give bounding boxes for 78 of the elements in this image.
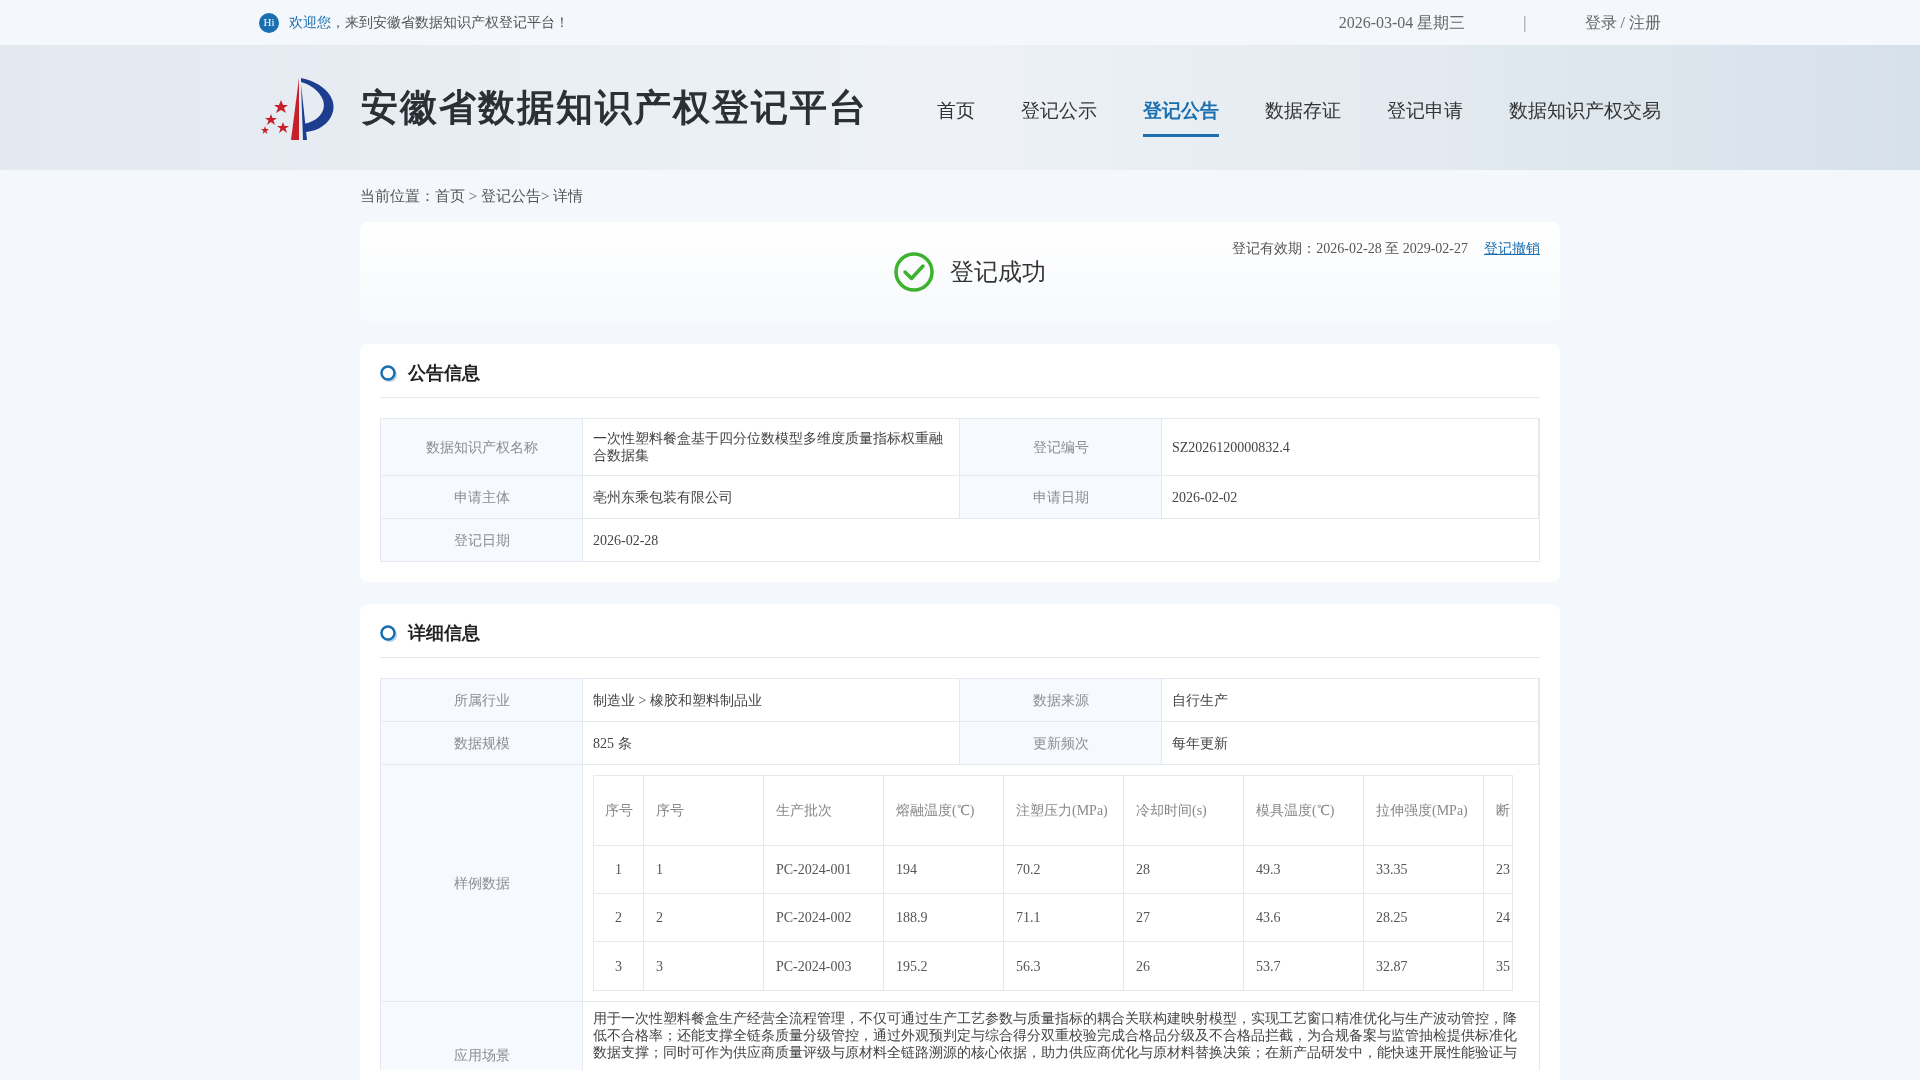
field-value: 2026-02-02 (1172, 488, 1238, 506)
table-cell-text: 195.2 (896, 957, 928, 976)
label-cell: 申请日期 (960, 476, 1162, 518)
table-cell-text: 3 (615, 957, 622, 976)
table-cell-text: 26 (1136, 957, 1150, 976)
site-title: 安徽省数据知识产权登记平台 (361, 84, 868, 131)
revoke-link[interactable]: 登记撤销 (1484, 238, 1540, 259)
label-cell: 数据来源 (960, 679, 1162, 721)
label-cell: 数据规模 (381, 722, 583, 764)
table-cell-text: 27 (1136, 909, 1150, 927)
check-circle-icon (894, 252, 934, 292)
table-cell-text: 28 (1136, 861, 1150, 879)
column-header: 生产批次 (776, 802, 832, 820)
label-cell: 样例数据 (381, 765, 583, 1001)
table-cell-text: 35 (1496, 957, 1510, 976)
table-cell-text: 2 (615, 909, 622, 927)
nav-item[interactable]: 数据知识产权交易 (1509, 88, 1661, 137)
table-cell-text: 2 (656, 909, 663, 927)
field-value: 制造业 > 橡胶和塑料制品业 (593, 691, 762, 709)
usage-text: 用于一次性塑料餐盒生产经营全流程管理，不仅可通过生产工艺参数与质量指标的耦合关联构建映射模型，实现工艺窗口精准优化与生产波动管控，降低不合格率；还能支撑全链条质量分级管控，通过外观预判定与综合得分双重校验完成合格品分级及不合格品拦截，为合规备案与监管抽检提供标准化数据支撑；同时可作为供应商质量评级与原材料全链路溯源的核心依据，助力供应商优化与原材料替换决策；在新产品研发中，能快速开展性能验证与 (593, 1010, 1518, 1061)
table-cell-text: 1 (656, 861, 663, 879)
table-cell-text: 49.3 (1256, 861, 1281, 879)
table-cell-text: 43.6 (1256, 909, 1281, 927)
table-cell-text: PC-2024-002 (776, 909, 852, 927)
table-cell-text: 188.9 (896, 909, 928, 927)
column-header: 注塑压力(MPa) (1016, 802, 1108, 820)
nav-item[interactable]: 登记申请 (1387, 88, 1463, 137)
table-cell-text: 28.25 (1376, 909, 1408, 927)
validity-text: 登记有效期：2026-02-28 至 2029-02-27 (1232, 240, 1468, 258)
column-header: 序号 (656, 802, 684, 820)
table-cell-text: 33.35 (1376, 861, 1408, 879)
table-cell-text: 71.1 (1016, 909, 1041, 927)
status-text: 登记成功 (950, 258, 1046, 287)
field-value: 2026-02-28 (593, 531, 659, 549)
column-header: 熔融温度(℃) (896, 802, 975, 820)
date-text: 2026-03-04 星期三 (1338, 12, 1466, 33)
table-cell-text: 194 (896, 861, 917, 879)
field-value: SZ2026120000832.4 (1172, 438, 1290, 456)
column-header: 冷却时间(s) (1136, 802, 1207, 820)
field-value: 825 条 (593, 734, 632, 752)
table-cell-text: 56.3 (1016, 957, 1041, 976)
nav-item[interactable]: 数据存证 (1265, 88, 1341, 137)
bullet-icon (380, 624, 398, 643)
label-cell: 应用场景 (381, 1002, 583, 1070)
label-cell: 更新频次 (960, 722, 1162, 764)
table-cell-text: 53.7 (1256, 957, 1281, 976)
divider-text: | (1523, 12, 1527, 34)
breadcrumb: 当前位置：首页 > 登记公告> 详情 (360, 188, 584, 204)
field-value: 亳州东乘包装有限公司 (593, 488, 733, 506)
section-title: 详细信息 (408, 622, 480, 645)
table-cell-text: 1 (615, 861, 622, 879)
login-link[interactable]: 登录 / 注册 (1584, 10, 1661, 35)
column-header: 序号 (604, 802, 633, 820)
section-title: 公告信息 (408, 362, 480, 385)
label-cell: 登记编号 (960, 419, 1162, 475)
field-value: 一次性塑料餐盒基于四分位数模型多维度质量指标权重融合数据集 (593, 430, 944, 464)
nav-item[interactable]: 登记公告 (1143, 88, 1219, 137)
label-cell: 数据知识产权名称 (381, 419, 583, 475)
column-header: 拉伸强度(MPa) (1376, 802, 1468, 820)
column-header: 断 (1496, 802, 1510, 820)
table-cell-text: PC-2024-003 (776, 957, 852, 976)
hi-icon: Hi (259, 12, 279, 33)
column-header: 模具温度(℃) (1256, 802, 1335, 820)
welcome-text: 欢迎您，来到安徽省数据知识产权登记平台！ (289, 14, 569, 32)
field-value: 自行生产 (1172, 691, 1228, 709)
field-value: 每年更新 (1172, 734, 1228, 752)
table-cell-text: 23 (1496, 861, 1510, 879)
nav-item[interactable]: 登记公示 (1021, 88, 1097, 137)
table-cell-text: 3 (656, 957, 663, 976)
table-cell-text: PC-2024-001 (776, 861, 852, 879)
table-cell-text: 32.87 (1376, 957, 1408, 976)
label-cell: 所属行业 (381, 679, 583, 721)
bullet-icon (380, 364, 398, 383)
label-cell: 登记日期 (381, 519, 583, 561)
table-cell-text: 70.2 (1016, 861, 1041, 879)
label-cell: 申请主体 (381, 476, 583, 518)
table-cell-text: 24 (1496, 909, 1510, 927)
nav-item[interactable]: 首页 (937, 88, 975, 137)
